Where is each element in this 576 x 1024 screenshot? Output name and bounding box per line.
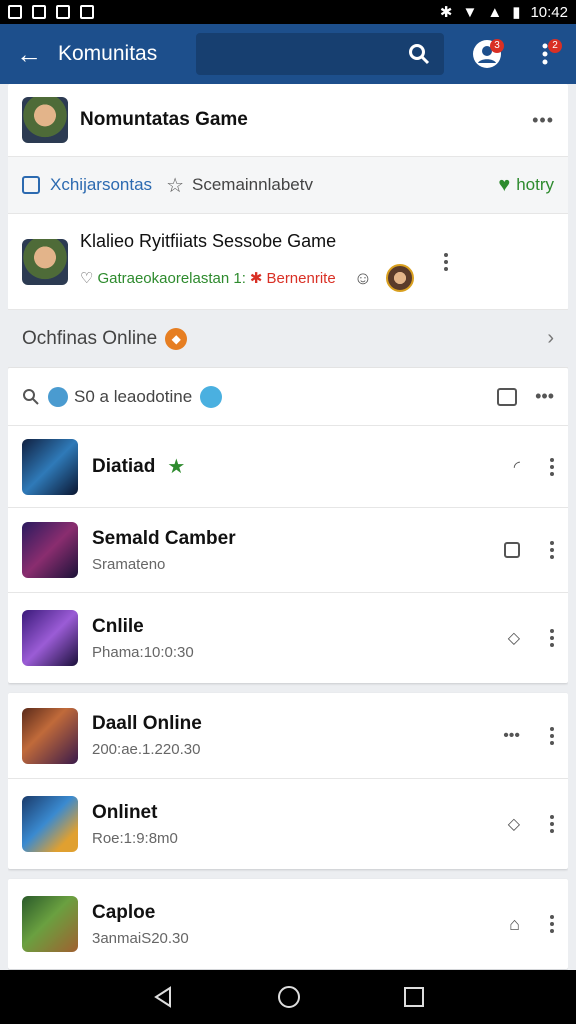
game-list-card-2: Daall Online 200:ae.1.220.30 ••• Onlinet… <box>8 693 568 869</box>
item-subtitle: 200:ae.1.220.30 <box>92 741 201 758</box>
list-item[interactable]: Onlinet Roe:1:9:8m0 ◇ <box>8 779 568 869</box>
item-subtitle: Phama:10:0:30 <box>92 643 194 661</box>
square-icon[interactable] <box>504 542 520 558</box>
star-icon[interactable]: ☆ <box>166 173 184 198</box>
item-title: Diatiad <box>92 455 156 477</box>
list-item[interactable]: Semald Camber Sramateno <box>8 508 568 593</box>
list-item[interactable]: Diatiad ★ ◜ <box>8 426 568 508</box>
community-header-card: Nomuntatas Game ••• Xchijarsontas ☆ Scem… <box>8 84 568 310</box>
badge-icon: ★ <box>167 456 186 478</box>
filter-left[interactable]: Xchijarsontas <box>50 175 152 195</box>
back-button[interactable]: ← <box>0 24 58 84</box>
section-header[interactable]: Ochfinas Online ◆ › <box>8 310 568 368</box>
sparkle-icon: ✱ <box>249 270 263 287</box>
item-title: Cnlile <box>92 615 144 637</box>
notification-icons <box>8 5 94 19</box>
community-avatar <box>22 97 68 143</box>
list-item[interactable]: Caploe 3anmaiS20.30 ⌂ <box>8 879 568 969</box>
arrow-left-icon: ← <box>16 38 42 69</box>
content-area: Nomuntatas Game ••• Xchijarsontas ☆ Scem… <box>8 84 568 970</box>
bluetooth-icon: ✱ <box>439 4 453 21</box>
item-title: Onlinet <box>92 801 158 823</box>
game-thumbnail <box>22 438 78 495</box>
search-icon[interactable] <box>22 388 40 406</box>
tag-icon[interactable]: ◜ <box>514 457 520 477</box>
community-button[interactable]: 3 <box>464 31 510 77</box>
heart-icon: ♥ <box>498 173 511 196</box>
featured-line-red: Bernenrite <box>266 269 336 287</box>
item-subtitle: 3anmaiS20.30 <box>92 929 189 947</box>
battery-icon: ▮ <box>512 4 521 21</box>
item-more-button[interactable] <box>550 915 554 933</box>
page-title: Komunitas <box>58 42 158 65</box>
featured-line-green: Gatraeokaorelastan 1: <box>97 269 246 287</box>
overflow-menu-button[interactable]: 2 <box>522 31 568 77</box>
game-thumbnail <box>22 896 78 952</box>
system-nav-bar <box>0 970 576 1024</box>
item-title: Semald Camber <box>92 527 236 549</box>
lock-icon[interactable] <box>497 387 518 406</box>
item-more-button[interactable] <box>550 457 554 476</box>
nav-recents-icon[interactable] <box>403 986 425 1008</box>
user-icon[interactable]: ☺ <box>354 268 372 289</box>
item-more-button[interactable] <box>550 726 554 745</box>
featured-game[interactable]: Klalieo Ryitfiiats Sessobe Game ♡ Gatrae… <box>8 214 568 310</box>
item-more-button[interactable] <box>550 815 554 833</box>
menu-badge: 2 <box>548 39 562 53</box>
more-horizontal-icon[interactable]: ••• <box>503 727 520 745</box>
more-horizontal-icon[interactable]: ••• <box>532 110 554 131</box>
list-search-row: S0 a leaodotine ••• <box>8 368 568 426</box>
community-header[interactable]: Nomuntatas Game ••• <box>8 84 568 157</box>
list-item[interactable]: Daall Online 200:ae.1.220.30 ••• <box>8 693 568 779</box>
signal-icon: ▲ <box>487 3 503 21</box>
item-title: Caploe <box>92 901 156 923</box>
item-subtitle: Roe:1:9:8m0 <box>92 829 178 847</box>
game-list-card-3: Caploe 3anmaiS20.30 ⌂ <box>8 879 568 969</box>
tag-icon[interactable]: ◇ <box>508 814 520 834</box>
item-title: Daall Online <box>92 713 202 734</box>
wifi-icon: ▼ <box>462 3 478 21</box>
chevron-right-icon[interactable]: › <box>547 327 554 350</box>
search-input[interactable] <box>196 33 444 75</box>
notification-badge: 3 <box>490 39 504 53</box>
filter-row: Xchijarsontas ☆ Scemainnlabetv ♥ hotry <box>8 157 568 214</box>
globe-icon <box>48 386 68 407</box>
featured-game-thumbnail <box>22 238 68 285</box>
game-thumbnail <box>22 707 78 764</box>
notification-icon-1 <box>8 5 22 19</box>
tag-icon[interactable]: ◇ <box>508 628 520 648</box>
player-avatar[interactable] <box>386 264 415 292</box>
tag-icon <box>22 176 40 194</box>
item-more-button[interactable] <box>550 541 554 559</box>
item-more-button[interactable] <box>550 629 554 647</box>
notification-icon-2 <box>32 5 46 19</box>
list-item[interactable]: Cnlile Phama:10:0:30 ◇ <box>8 593 568 683</box>
info-icon <box>200 385 223 408</box>
app-bar: ← Komunitas 3 2 <box>0 24 576 84</box>
shield-icon: ♡ <box>80 270 94 287</box>
list-search-text[interactable]: S0 a leaodotine <box>74 387 192 407</box>
fire-icon: ◆ <box>165 327 188 350</box>
community-title: Nomuntatas Game <box>80 109 248 130</box>
nav-home-icon[interactable] <box>277 985 301 1009</box>
game-thumbnail <box>22 610 78 666</box>
featured-game-title: Klalieo Ryitfiiats Sessobe Game <box>80 231 337 251</box>
game-thumbnail <box>22 796 78 852</box>
pin-icon[interactable]: ⌂ <box>509 914 520 935</box>
clock: 10:42 <box>530 3 568 21</box>
search-icon <box>409 44 430 65</box>
more-horizontal-icon[interactable]: ••• <box>535 386 554 407</box>
game-list-card: S0 a leaodotine ••• Diatiad ★ ◜ Semald C… <box>8 368 568 683</box>
notification-icon-3 <box>56 5 70 19</box>
featured-more-button[interactable] <box>444 252 449 271</box>
notification-icon-4 <box>80 5 94 19</box>
filter-middle[interactable]: Scemainnlabetv <box>192 175 313 195</box>
item-subtitle: Sramateno <box>92 555 166 573</box>
filter-right[interactable]: hotry <box>516 175 554 195</box>
game-thumbnail <box>22 522 78 578</box>
nav-back-icon[interactable] <box>151 985 175 1009</box>
status-bar: ✱ ▼ ▲ ▮ 10:42 <box>0 0 576 24</box>
section-title: Ochfinas Online <box>22 327 158 349</box>
